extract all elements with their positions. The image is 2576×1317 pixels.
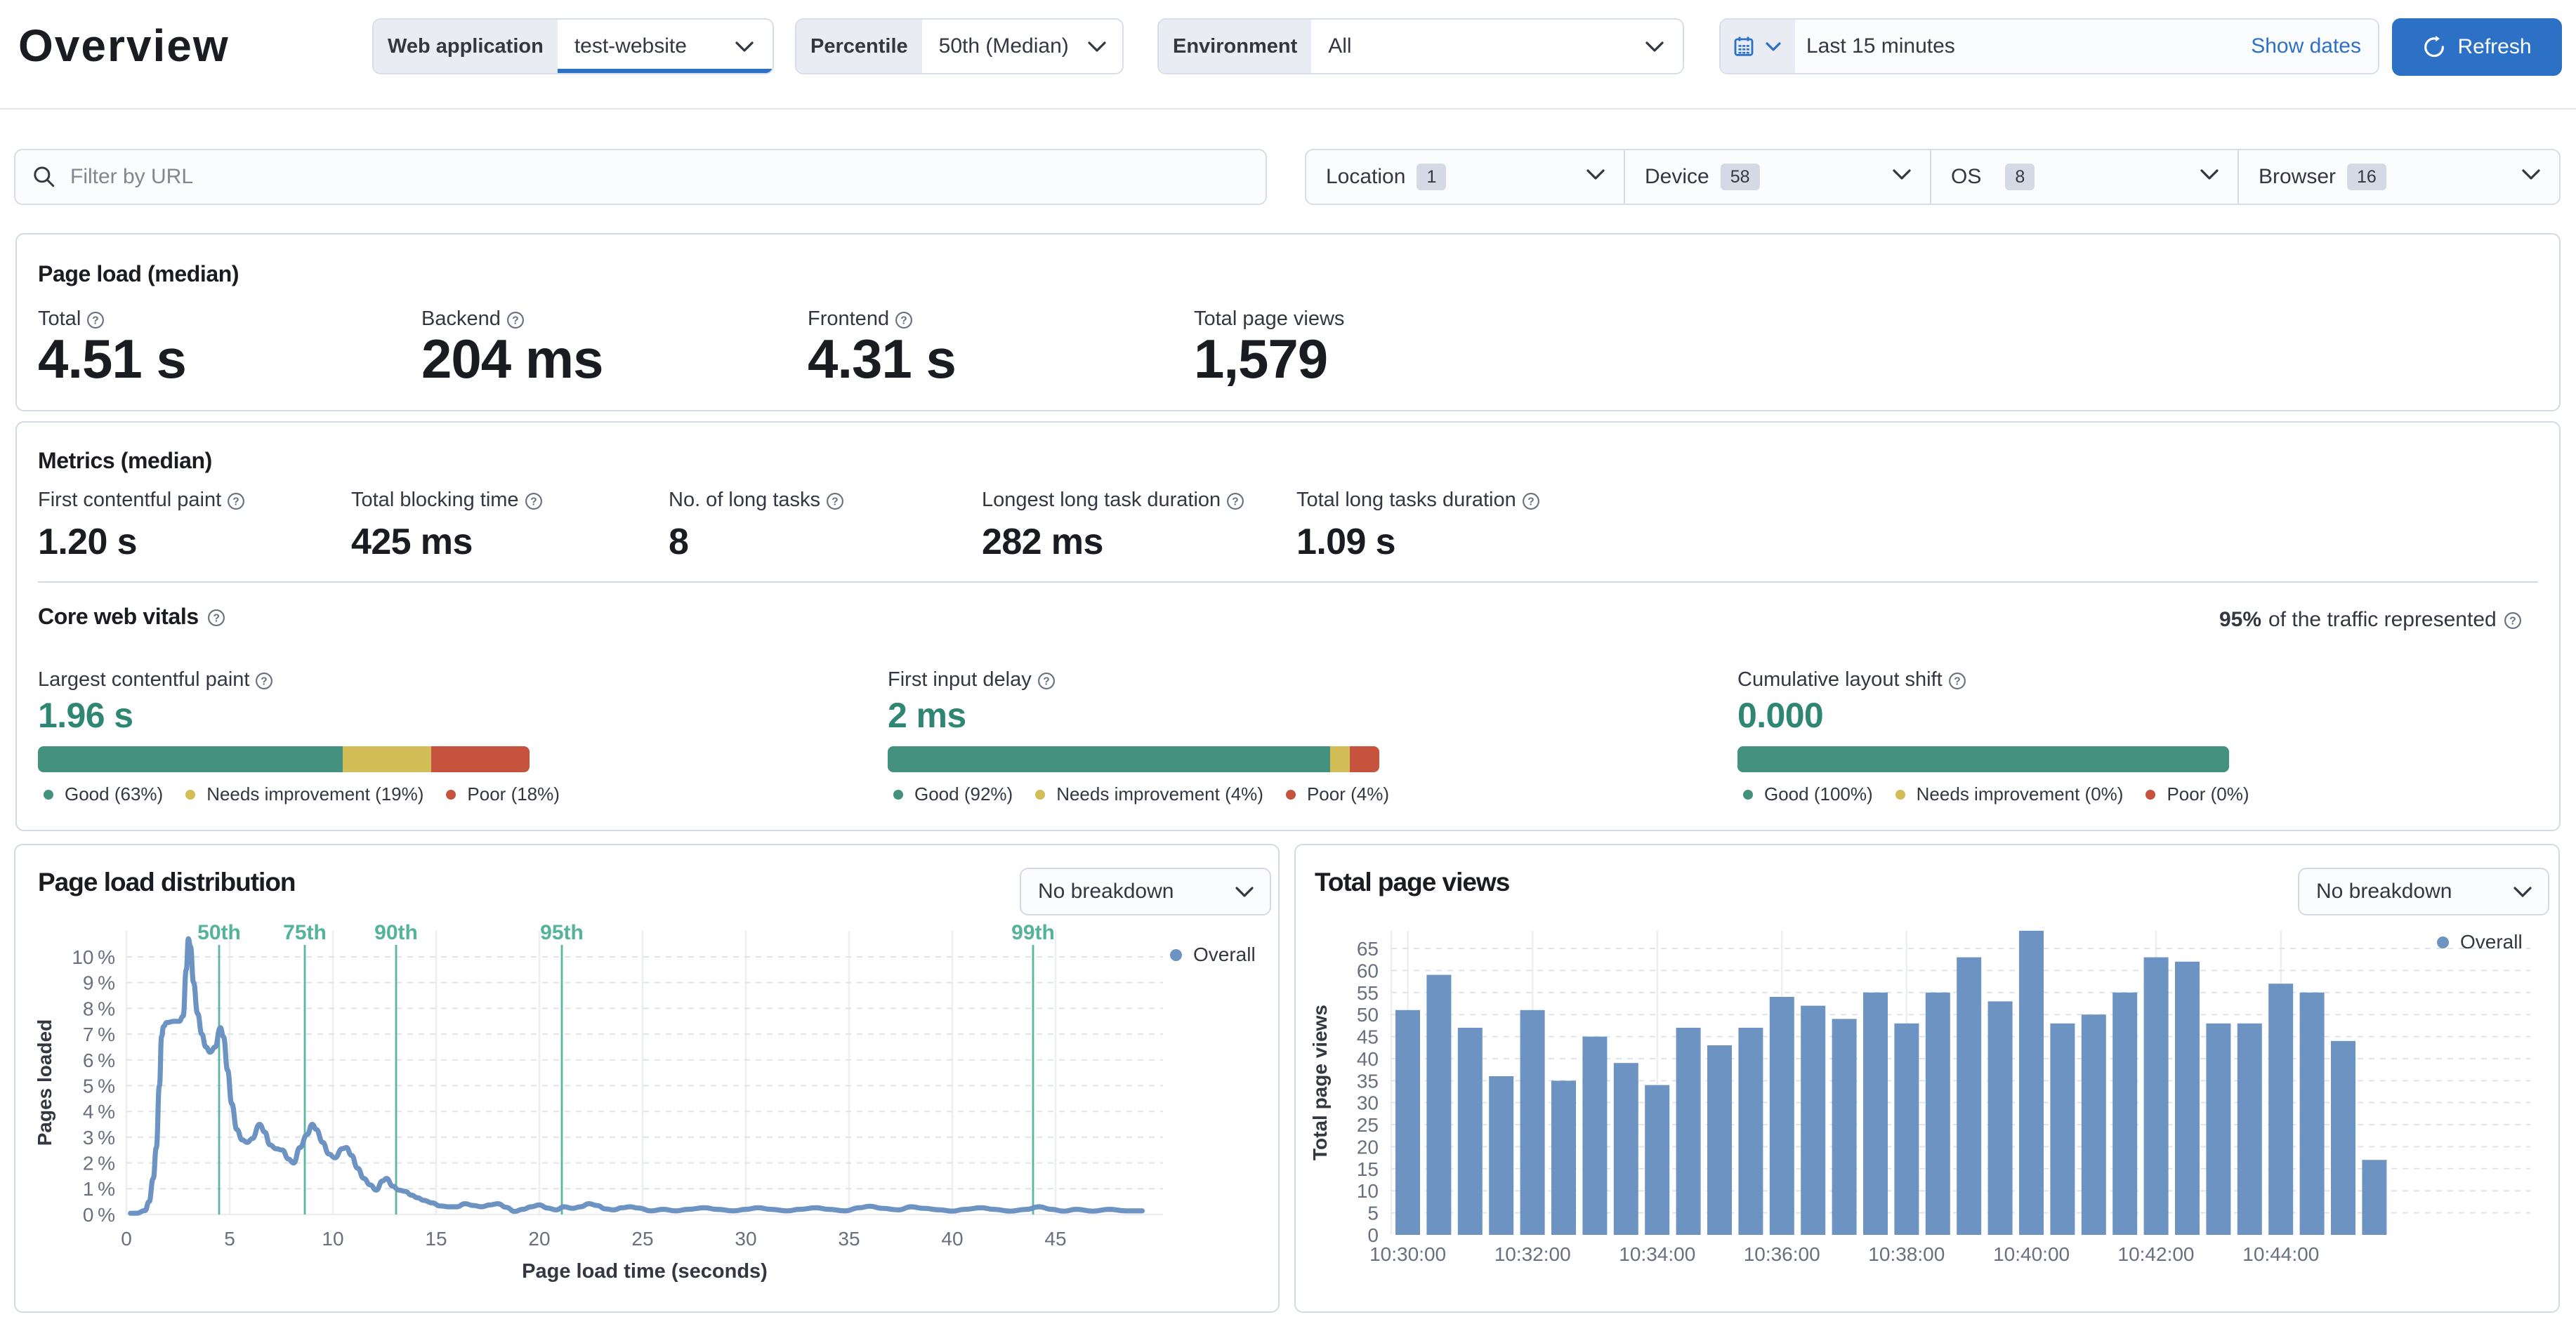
svg-text:10: 10: [322, 1228, 343, 1250]
svg-text:3 %: 3 %: [83, 1127, 115, 1149]
svg-text:?: ?: [900, 315, 907, 326]
svg-text:6 %: 6 %: [83, 1050, 115, 1071]
svg-text:10:32:00: 10:32:00: [1494, 1243, 1571, 1265]
svg-text:?: ?: [512, 315, 518, 326]
svg-text:?: ?: [1954, 675, 1960, 687]
svg-text:10:40:00: 10:40:00: [1993, 1243, 2070, 1265]
svg-text:7 %: 7 %: [83, 1024, 115, 1045]
svg-text:25: 25: [631, 1228, 653, 1250]
svg-text:4 %: 4 %: [83, 1101, 115, 1123]
svg-text:10 %: 10 %: [72, 946, 115, 968]
svg-text:40: 40: [1357, 1048, 1379, 1070]
svg-text:2 %: 2 %: [83, 1153, 115, 1174]
svg-text:?: ?: [93, 315, 99, 326]
svg-text:90th: 90th: [374, 921, 418, 944]
svg-text:5: 5: [224, 1228, 235, 1250]
svg-text:Pages loaded: Pages loaded: [34, 1019, 55, 1146]
svg-text:35: 35: [1357, 1070, 1379, 1092]
svg-text:65: 65: [1357, 938, 1379, 960]
svg-text:30: 30: [735, 1228, 756, 1250]
svg-text:?: ?: [1527, 496, 1534, 508]
svg-text:20: 20: [528, 1228, 550, 1250]
svg-text:Total page views: Total page views: [1309, 1005, 1331, 1160]
svg-text:30: 30: [1357, 1092, 1379, 1114]
svg-text:10: 10: [1357, 1180, 1379, 1202]
svg-text:8 %: 8 %: [83, 998, 115, 1019]
svg-text:9 %: 9 %: [83, 972, 115, 994]
svg-text:50: 50: [1357, 1004, 1379, 1026]
svg-text:50th: 50th: [197, 921, 241, 944]
svg-text:40: 40: [941, 1228, 963, 1250]
svg-text:0: 0: [121, 1228, 132, 1250]
svg-text:?: ?: [530, 496, 537, 508]
svg-text:?: ?: [232, 496, 239, 508]
svg-text:15: 15: [1357, 1158, 1379, 1180]
svg-text:10:38:00: 10:38:00: [1868, 1243, 1945, 1265]
svg-text:60: 60: [1357, 960, 1379, 981]
svg-text:10:42:00: 10:42:00: [2118, 1243, 2195, 1265]
svg-text:1 %: 1 %: [83, 1178, 115, 1200]
svg-text:0 %: 0 %: [83, 1204, 115, 1226]
svg-text:75th: 75th: [283, 921, 327, 944]
svg-text:5 %: 5 %: [83, 1075, 115, 1097]
svg-text:?: ?: [1232, 496, 1238, 508]
svg-text:10:36:00: 10:36:00: [1744, 1243, 1820, 1265]
svg-text:10:30:00: 10:30:00: [1369, 1243, 1446, 1265]
svg-text:10:44:00: 10:44:00: [2242, 1243, 2319, 1265]
svg-text:25: 25: [1357, 1114, 1379, 1136]
svg-text:35: 35: [838, 1228, 860, 1250]
svg-text:10:34:00: 10:34:00: [1619, 1243, 1695, 1265]
svg-text:45: 45: [1357, 1026, 1379, 1048]
svg-text:45: 45: [1044, 1228, 1066, 1250]
svg-text:99th: 99th: [1011, 921, 1055, 944]
svg-text:20: 20: [1357, 1136, 1379, 1158]
svg-text:15: 15: [425, 1228, 447, 1250]
svg-text:55: 55: [1357, 982, 1379, 1004]
svg-text:95th: 95th: [540, 921, 584, 944]
svg-text:?: ?: [832, 496, 838, 508]
svg-text:?: ?: [1043, 675, 1049, 687]
svg-text:?: ?: [213, 612, 219, 624]
svg-text:Page load time (seconds): Page load time (seconds): [522, 1260, 768, 1283]
svg-text:5: 5: [1367, 1203, 1379, 1224]
svg-text:?: ?: [261, 675, 268, 687]
svg-text:?: ?: [2509, 616, 2516, 628]
